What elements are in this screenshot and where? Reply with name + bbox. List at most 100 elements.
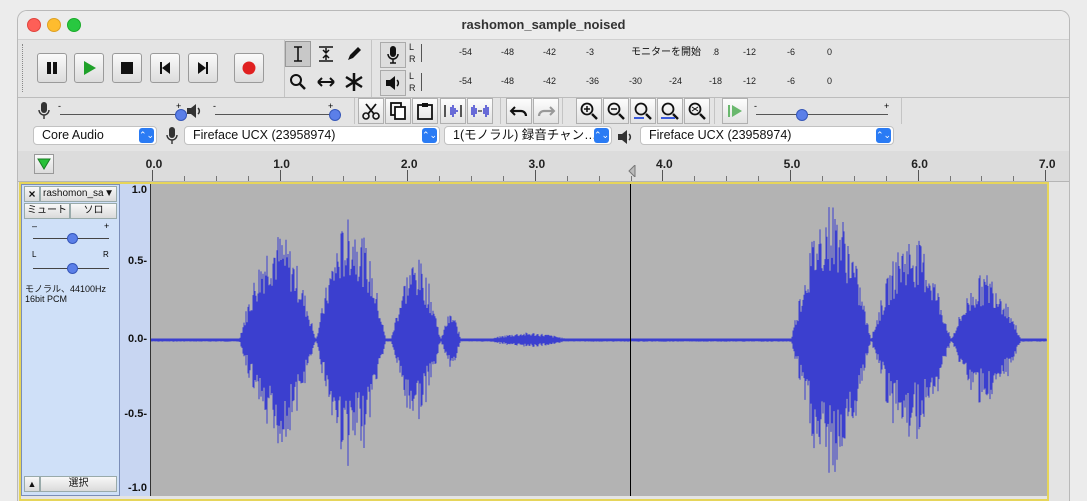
copy-button[interactable] xyxy=(385,98,411,124)
meter-r-label-2: R xyxy=(409,83,416,93)
fit-project-button[interactable] xyxy=(657,98,683,124)
silence-audio-icon xyxy=(471,105,489,117)
playback-device-select[interactable]: Fireface UCX (23958974) ⌃⌄ xyxy=(640,126,894,145)
play-speed-slider[interactable] xyxy=(756,114,888,115)
recording-channels-value: 1(モノラル) 録音チャン… xyxy=(453,128,597,142)
waveform xyxy=(150,207,1047,473)
fit-selection-button[interactable] xyxy=(630,98,656,124)
ruler-minor-tick xyxy=(758,176,760,181)
ruler-minor-tick xyxy=(981,176,983,181)
skip-start-button[interactable] xyxy=(150,53,180,83)
collapse-track-button[interactable]: ▲ xyxy=(24,476,40,492)
time-shift-tool[interactable] xyxy=(313,69,339,95)
zoom-selection-icon xyxy=(634,102,652,120)
pencil-icon xyxy=(348,47,361,60)
track-menu-button[interactable]: rashomon_sa ▼ xyxy=(40,186,117,202)
triangle-down-icon xyxy=(37,158,51,170)
draw-tool[interactable] xyxy=(341,41,367,67)
y-label-neg-half: -0.5- xyxy=(124,408,147,420)
ruler-minor-tick xyxy=(311,176,313,181)
zoom-out-icon xyxy=(607,102,625,120)
record-volume-slider[interactable] xyxy=(60,114,180,115)
redo-button[interactable] xyxy=(533,98,559,124)
play-speed-thumb[interactable] xyxy=(796,109,808,121)
silence-button[interactable] xyxy=(467,98,493,124)
play-head-marker-icon xyxy=(628,165,636,177)
transport-toolbar xyxy=(18,40,285,97)
zoom-toggle-button[interactable] xyxy=(684,98,710,124)
play-button[interactable] xyxy=(74,53,104,83)
stop-button[interactable] xyxy=(112,53,142,83)
record-button[interactable] xyxy=(234,53,264,83)
trim-button[interactable] xyxy=(440,98,466,124)
track-format-bits: 16bit PCM xyxy=(25,294,68,304)
pan-thumb[interactable] xyxy=(67,263,78,274)
record-meter-button[interactable] xyxy=(380,42,406,68)
triangle-down-icon: ▼ xyxy=(104,188,114,199)
magnifier-icon xyxy=(290,74,306,90)
y-label-half: 0.5- xyxy=(128,255,147,267)
envelope-tool[interactable] xyxy=(313,41,339,67)
ruler-minor-tick xyxy=(247,176,249,181)
ruler-minor-tick xyxy=(375,176,377,181)
ruler-minor-tick xyxy=(343,176,345,181)
audio-host-select[interactable]: Core Audio ⌃⌄ xyxy=(33,126,157,145)
chevron-updown-icon: ⌃⌄ xyxy=(876,128,891,143)
meter-tick-label: -30 xyxy=(629,76,643,86)
ruler-minor-tick xyxy=(566,176,568,181)
monitor-start-label: モニターを開始 xyxy=(631,43,713,58)
asterisk-icon xyxy=(345,73,363,91)
chevron-updown-icon: ⌃⌄ xyxy=(139,128,154,143)
play-at-speed-toolbar: - + xyxy=(718,98,902,124)
zoom-in-button[interactable] xyxy=(576,98,602,124)
playback-volume-thumb[interactable] xyxy=(329,109,341,121)
skip-end-button[interactable] xyxy=(188,53,218,83)
ruler-tick-label: 3.0 xyxy=(528,157,546,171)
paste-button[interactable] xyxy=(412,98,438,124)
select-track-button[interactable]: 選択 xyxy=(40,476,117,492)
multi-tool[interactable] xyxy=(341,69,367,95)
zoom-out-button[interactable] xyxy=(603,98,629,124)
play-at-speed-icon xyxy=(728,105,742,117)
play-icon xyxy=(84,61,96,75)
gain-thumb[interactable] xyxy=(67,233,78,244)
playback-volume-slider[interactable] xyxy=(215,114,335,115)
audio-host-value: Core Audio xyxy=(42,128,104,142)
recording-device-select[interactable]: Fireface UCX (23958974) ⌃⌄ xyxy=(184,126,440,145)
mute-button[interactable]: ミュート xyxy=(24,203,70,219)
meter-tick-label: -48 xyxy=(501,76,515,86)
recording-channels-select[interactable]: 1(モノラル) 録音チャン… ⌃⌄ xyxy=(444,126,612,145)
timeline-ruler[interactable]: 0.0 1.0 2.0 3.0 4.0 5.0 6.0 7.0 xyxy=(18,151,1069,182)
meter-l-label-2: L xyxy=(409,71,415,81)
y-label-zero: 0.0- xyxy=(128,333,147,345)
record-meter[interactable]: L R -54 -48 -42 -3 18 -12 -6 0 モニターを開始 xyxy=(409,40,832,67)
play-at-speed-button[interactable] xyxy=(722,98,748,124)
meter-tick-label: -48 xyxy=(501,47,515,57)
ruler-major-tick xyxy=(152,170,153,181)
window-title: rashomon_sample_noised xyxy=(461,17,626,32)
undo-button[interactable] xyxy=(506,98,532,124)
track-close-button[interactable]: × xyxy=(24,186,40,202)
zoom-fit-icon xyxy=(661,102,679,120)
ruler-tick-label: 4.0 xyxy=(656,157,673,171)
playback-meter[interactable]: L R -54 -48 -42 -36 -30 -24 -18 -12 -6 0 xyxy=(409,69,832,96)
meter-tick-label: -36 xyxy=(586,76,600,86)
cut-button[interactable] xyxy=(358,98,384,124)
microphone-icon xyxy=(38,102,50,119)
redo-icon xyxy=(537,106,556,117)
pause-button[interactable] xyxy=(37,53,67,83)
meter-tick-label: 0 xyxy=(827,47,833,57)
tools-toolbar xyxy=(285,40,372,97)
undo-toolbar xyxy=(502,98,563,124)
solo-button[interactable]: ソロ xyxy=(70,203,117,219)
title-bar: rashomon_sample_noised xyxy=(18,11,1069,40)
i-beam-icon xyxy=(294,46,302,62)
waveform-area[interactable] xyxy=(150,184,1047,496)
ruler-minor-tick xyxy=(471,176,472,181)
play-meter-button[interactable] xyxy=(380,70,406,96)
timeline-options-button[interactable] xyxy=(34,154,54,174)
mixer-toolbar: - + - + xyxy=(18,98,355,124)
zoom-tool[interactable] xyxy=(285,69,311,95)
ruler-minor-tick xyxy=(949,176,951,181)
selection-tool[interactable] xyxy=(285,41,311,67)
